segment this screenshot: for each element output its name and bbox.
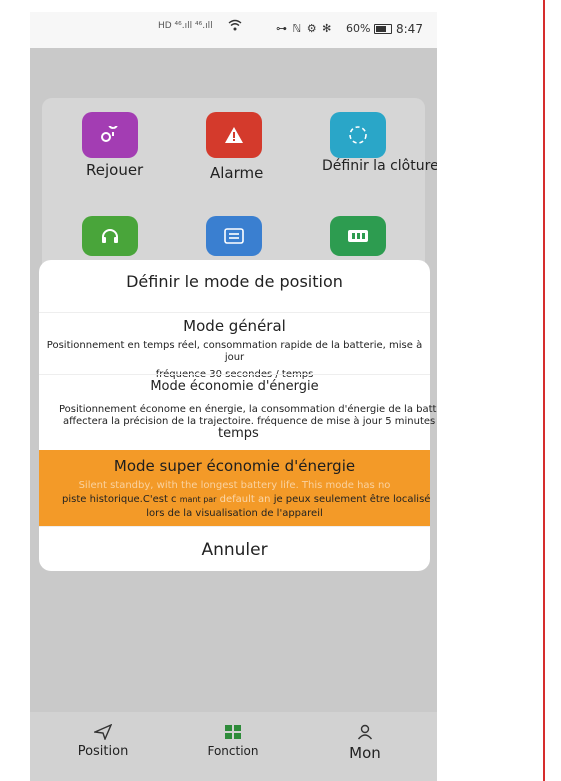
grid-label-replay: Rejouer: [86, 161, 144, 179]
super-eco-text-c: default an: [219, 494, 271, 505]
option-general-mode[interactable]: Mode général Positionnement en temps rée…: [39, 312, 430, 380]
super-eco-text-a: piste historique.C'est c: [62, 494, 177, 505]
margin-line: [543, 0, 545, 781]
option-super-eco-mode[interactable]: Mode super économie d'énergie Silent sta…: [39, 450, 430, 526]
grid-item-alarm[interactable]: [174, 112, 294, 158]
eco-mode-desc-line3: temps: [218, 426, 259, 441]
nav-mon[interactable]: Mon: [335, 724, 395, 762]
headphones-icon: [82, 216, 138, 256]
super-eco-desc-line3: lors de la visualisation de l'appareil: [146, 508, 323, 519]
grid-label-alarm: Alarme: [210, 164, 264, 182]
eco-mode-desc: Positionnement économe en énergie, la co…: [59, 404, 437, 428]
nav-label-position: Position: [77, 744, 129, 759]
replay-icon: [82, 112, 138, 158]
grid-label-fence: Définir la clôture: [322, 158, 437, 174]
wifi-icon: [228, 19, 242, 35]
grid-item-listen[interactable]: [50, 216, 170, 256]
alarm-icon: [206, 112, 262, 158]
nav-position[interactable]: Position: [70, 723, 136, 759]
signal-indicator: HD ⁴⁶.ıll ⁴⁶.ıll: [158, 21, 213, 31]
nav-label-fonction: Fonction: [207, 744, 259, 758]
grid-item-replay[interactable]: [50, 112, 170, 158]
super-eco-desc-line2: piste historique.C'est c mant par defaul…: [62, 494, 430, 505]
fence-icon: [330, 112, 386, 158]
list-icon: [206, 216, 262, 256]
cancel-button[interactable]: Annuler: [39, 526, 430, 571]
grid-item-card[interactable]: [298, 216, 418, 256]
general-mode-desc-line1: Positionnement en temps réel, consommati…: [46, 340, 423, 363]
grid-icon: [200, 724, 266, 744]
navigation-icon: [70, 723, 136, 744]
user-icon: [335, 724, 395, 744]
dialog-title: Définir le mode de position: [126, 272, 343, 291]
battery-icon: [374, 24, 392, 34]
status-bar: HD ⁴⁶.ıll ⁴⁶.ıll ⊶ ℕ ⚙ ✻ 60% 8:47: [30, 12, 437, 48]
eco-mode-title: Mode économie d'énergie: [150, 379, 319, 394]
nav-label-mon: Mon: [349, 744, 381, 762]
general-mode-title: Mode général: [183, 317, 286, 335]
super-eco-mode-title: Mode super économie d'énergie: [113, 457, 356, 475]
bottom-nav: Position Fonction Mon: [30, 712, 437, 781]
grid-item-list[interactable]: [174, 216, 294, 256]
eco-mode-desc-line1: Positionnement économe en énergie, la co…: [59, 404, 437, 415]
super-eco-ghost-text: Silent standby, with the longest battery…: [78, 480, 391, 491]
super-eco-text-d: je peux seulement être localisé: [273, 494, 430, 505]
nav-fonction[interactable]: Fonction: [200, 724, 266, 758]
super-eco-text-b: mant par: [179, 495, 217, 504]
card-icon: [330, 216, 386, 256]
phone-screen: HD ⁴⁶.ıll ⁴⁶.ıll ⊶ ℕ ⚙ ✻ 60% 8:47 Rejoue…: [30, 12, 437, 781]
function-grid: Rejouer Alarme Définir la clôture: [42, 98, 437, 278]
status-icons: ⊶ ℕ ⚙ ✻: [276, 22, 333, 35]
battery-percent: 60%: [346, 22, 371, 35]
clock: 8:47: [396, 22, 423, 36]
grid-item-fence[interactable]: [298, 112, 418, 158]
